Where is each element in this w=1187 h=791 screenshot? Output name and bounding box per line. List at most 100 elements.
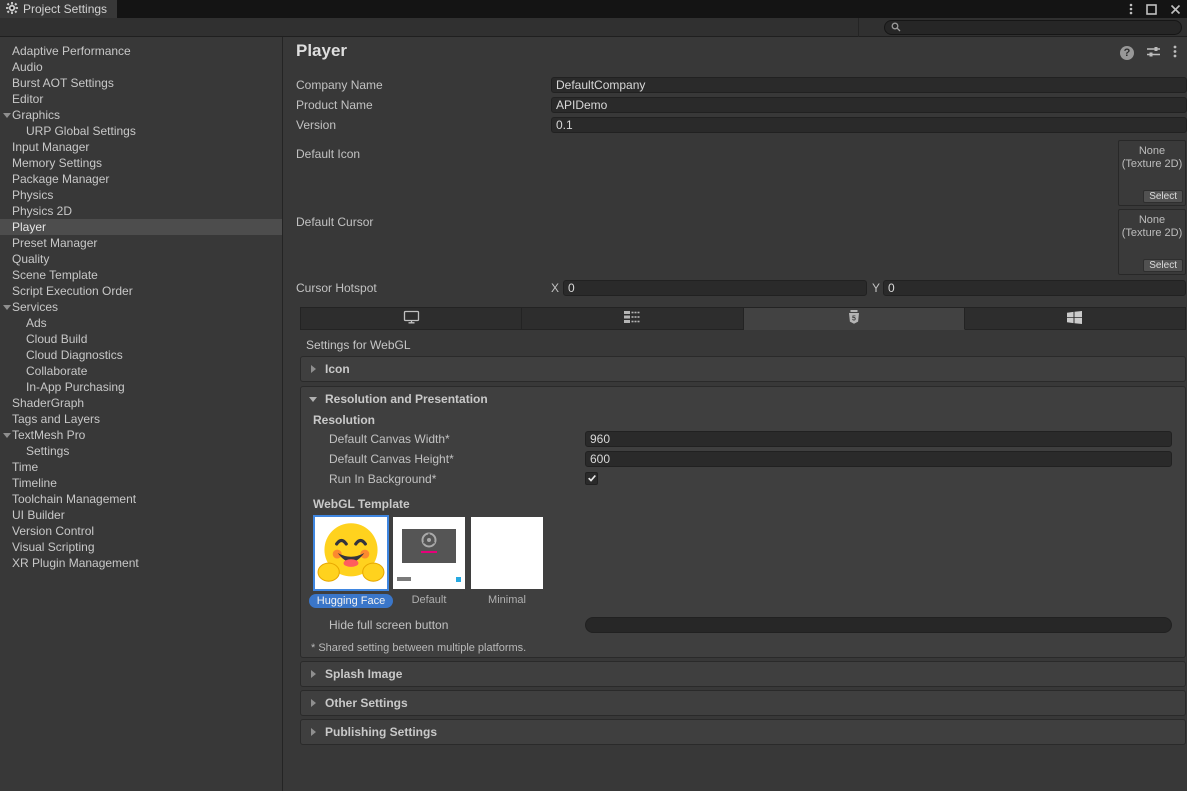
platform-tab-dedicated-server[interactable] [522,307,743,330]
section-other-header[interactable]: Other Settings [301,691,1185,715]
sidebar-item-player[interactable]: Player [0,219,282,235]
window-menu-icon[interactable] [1129,3,1133,15]
sidebar-item-tags-and-layers[interactable]: Tags and Layers [0,411,282,427]
sidebar-item-label: Version Control [12,524,94,538]
hotspot-x-input[interactable] [563,280,867,296]
sidebar-item-textmesh-pro[interactable]: TextMesh Pro [0,427,282,443]
hotspot-y-input[interactable] [883,280,1186,296]
sidebar-item-label: Burst AOT Settings [12,76,114,90]
section-splash-header[interactable]: Splash Image [301,662,1185,686]
windows-logo-icon [1067,311,1082,327]
template-label-hugging-face[interactable]: Hugging Face [309,594,393,608]
expanded-triangle-icon[interactable] [3,113,11,118]
default-icon-select-button[interactable]: Select [1143,190,1183,203]
sidebar-item-physics[interactable]: Physics [0,187,282,203]
canvas-width-input[interactable] [585,431,1172,447]
sidebar-item-input-manager[interactable]: Input Manager [0,139,282,155]
search-input[interactable] [905,21,1175,34]
sidebar-item-label: TextMesh Pro [12,428,85,442]
default-cursor-select-button[interactable]: Select [1143,259,1183,272]
sidebar-item-urp-global-settings[interactable]: URP Global Settings [0,123,282,139]
sidebar-item-cloud-build[interactable]: Cloud Build [0,331,282,347]
page-title: Player [296,41,347,61]
sidebar-item-label: Player [12,220,46,234]
toolbar [0,18,1187,37]
sidebar-item-xr-plugin-management[interactable]: XR Plugin Management [0,555,282,571]
sidebar-item-ui-builder[interactable]: UI Builder [0,507,282,523]
sidebar-item-label: Memory Settings [12,156,102,170]
svg-text:5: 5 [852,315,856,322]
more-menu-icon[interactable] [1173,45,1177,61]
sidebar-item-timeline[interactable]: Timeline [0,475,282,491]
default-cursor-texture-slot[interactable]: None (Texture 2D) Select [1118,209,1186,275]
hide-fullscreen-input[interactable] [585,617,1172,633]
search-icon [891,21,901,35]
resolution-group-header: Resolution [313,413,375,427]
sidebar-item-label: Audio [12,60,43,74]
sidebar-item-script-execution-order[interactable]: Script Execution Order [0,283,282,299]
platform-tab-desktop[interactable] [300,307,522,330]
sidebar-item-cloud-diagnostics[interactable]: Cloud Diagnostics [0,347,282,363]
default-icon-texture-slot[interactable]: None (Texture 2D) Select [1118,140,1186,206]
sidebar-item-time[interactable]: Time [0,459,282,475]
version-input[interactable] [551,117,1187,133]
section-icon-header[interactable]: Icon [301,357,1185,381]
sidebar-item-ads[interactable]: Ads [0,315,282,331]
help-icon[interactable]: ? [1120,46,1134,60]
loading-bar [421,551,437,553]
template-label-minimal[interactable]: Minimal [465,594,549,606]
sidebar-item-editor[interactable]: Editor [0,91,282,107]
chevron-right-icon [311,365,316,373]
sidebar-item-physics-2d[interactable]: Physics 2D [0,203,282,219]
sidebar-item-preset-manager[interactable]: Preset Manager [0,235,282,251]
sidebar-item-label: Script Execution Order [12,284,133,298]
default-cursor-label: Default Cursor [296,214,373,230]
sidebar-item-shadergraph[interactable]: ShaderGraph [0,395,282,411]
sidebar-item-label: Graphics [12,108,60,122]
sidebar-item-toolchain-management[interactable]: Toolchain Management [0,491,282,507]
footer-logo-marks [397,577,411,581]
sidebar-item-memory-settings[interactable]: Memory Settings [0,155,282,171]
window-title: Project Settings [23,2,107,16]
section-resolution-header[interactable]: Resolution and Presentation [301,387,1185,411]
sidebar-item-version-control[interactable]: Version Control [0,523,282,539]
presets-icon[interactable] [1146,45,1161,61]
sidebar-item-adaptive-performance[interactable]: Adaptive Performance [0,43,282,59]
sidebar-item-label: Timeline [12,476,57,490]
sidebar-item-in-app-purchasing[interactable]: In-App Purchasing [0,379,282,395]
expanded-triangle-icon[interactable] [3,433,11,438]
sidebar-item-package-manager[interactable]: Package Manager [0,171,282,187]
desktop-monitor-icon [403,310,420,327]
platform-tab-windows-store[interactable] [965,307,1186,330]
sidebar-item-services[interactable]: Services [0,299,282,315]
template-thumb-minimal[interactable] [471,517,543,589]
expanded-triangle-icon[interactable] [3,305,11,310]
sidebar-item-label: Input Manager [12,140,89,154]
sidebar-item-quality[interactable]: Quality [0,251,282,267]
sidebar-item-graphics[interactable]: Graphics [0,107,282,123]
sidebar-item-label: Quality [12,252,49,266]
project-settings-tab[interactable]: Project Settings [0,0,117,18]
search-box[interactable] [884,20,1182,35]
template-label-default[interactable]: Default [387,594,471,606]
close-icon[interactable] [1170,4,1181,15]
run-in-background-checkbox[interactable] [585,472,598,485]
sidebar-item-label: Adaptive Performance [12,44,131,58]
section-publishing-header[interactable]: Publishing Settings [301,720,1185,744]
canvas-height-input[interactable] [585,451,1172,467]
sidebar-item-visual-scripting[interactable]: Visual Scripting [0,539,282,555]
toolbar-divider [858,18,859,37]
maximize-icon[interactable] [1146,4,1157,15]
platform-tab-webgl[interactable]: 5 [744,307,965,330]
sidebar-item-collaborate[interactable]: Collaborate [0,363,282,379]
sidebar-item-scene-template[interactable]: Scene Template [0,267,282,283]
template-thumb-hugging-face[interactable] [315,517,387,589]
sidebar-list: Adaptive Performance Audio Burst AOT Setti… [0,43,282,571]
sidebar-item-label: Preset Manager [12,236,97,250]
sidebar-item-settings[interactable]: Settings [0,443,282,459]
company-name-input[interactable] [551,77,1187,93]
sidebar-item-audio[interactable]: Audio [0,59,282,75]
sidebar-item-burst-aot-settings[interactable]: Burst AOT Settings [0,75,282,91]
template-thumb-default[interactable] [393,517,465,589]
product-name-input[interactable] [551,97,1187,113]
